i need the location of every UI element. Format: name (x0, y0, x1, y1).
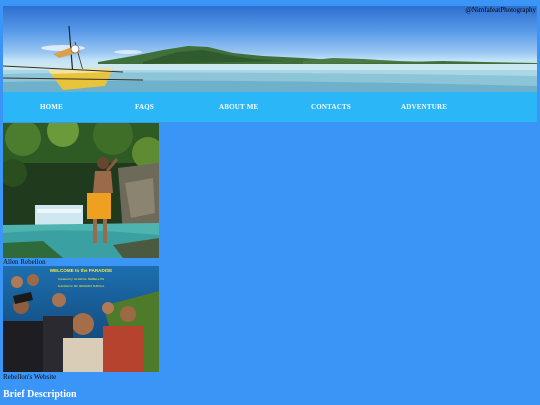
nav-faqs[interactable]: FAQS (135, 92, 154, 122)
header-banner: @NimfafeatPhotography (3, 6, 537, 92)
poster-title: WELCOME to the PARADISE (50, 268, 112, 273)
group-poster-image: WELCOME to the PARADISE Created by: ALLE… (3, 266, 159, 372)
nav-about-me[interactable]: ABOUT ME (219, 92, 258, 122)
poster-line2: Submitted to: DR. ARMANDO SURIOLA (58, 284, 105, 288)
nav-adventure[interactable]: ADVENTURE (401, 92, 447, 122)
photo-caption-name: Allen Rebellon (3, 258, 46, 266)
nav-contacts[interactable]: CONTACTS (311, 92, 351, 122)
photo-credit: @NimfafeatPhotography (465, 6, 536, 14)
photo-caption-website: Rebellon's Website (3, 373, 57, 381)
website-poster[interactable]: WELCOME to the PARADISE Created by: ALLE… (3, 266, 159, 372)
beach-banner-image (3, 25, 537, 92)
waterfall-photo-image (3, 123, 159, 258)
nav-home[interactable]: HOME (40, 92, 63, 122)
section-heading: Brief Description (3, 389, 77, 400)
poster-line1: Created by: ALLEN E. REBELLON (58, 277, 104, 281)
main-nav: HOME FAQS ABOUT ME CONTACTS ADVENTURE (3, 92, 537, 122)
profile-photo (3, 123, 159, 258)
